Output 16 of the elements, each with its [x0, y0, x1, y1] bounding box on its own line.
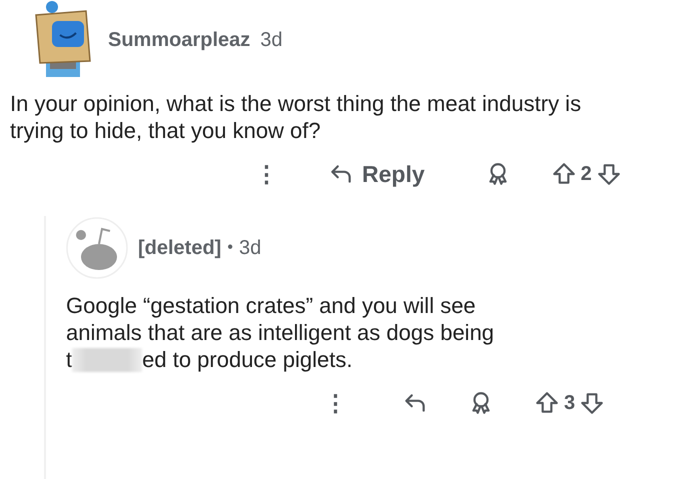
- username[interactable]: Summoarpleaz: [108, 28, 250, 52]
- comment-line-start: t: [66, 346, 72, 373]
- reply-button[interactable]: Reply: [328, 160, 425, 188]
- separator-dot: •: [227, 239, 233, 257]
- more-options-button[interactable]: ⋮: [255, 160, 278, 188]
- vote-score: 2: [580, 162, 592, 186]
- comment-line: animals that are as intelligent as dogs being: [66, 319, 494, 346]
- comment-age: 3d: [238, 236, 262, 260]
- username[interactable]: [deleted]: [138, 236, 222, 260]
- comment-line: Google “gestation crates” and you will see: [66, 292, 476, 319]
- default-avatar[interactable]: [66, 217, 128, 279]
- more-options-button[interactable]: ⋮: [324, 390, 347, 416]
- comment-age: 3d: [260, 28, 283, 52]
- vote-score: 3: [564, 392, 576, 414]
- comment-body: In your opinion, what is the worst thing the meat industry is trying to hide, that you know of?: [10, 90, 582, 144]
- comment-line-end: ed to produce piglets.: [142, 346, 352, 373]
